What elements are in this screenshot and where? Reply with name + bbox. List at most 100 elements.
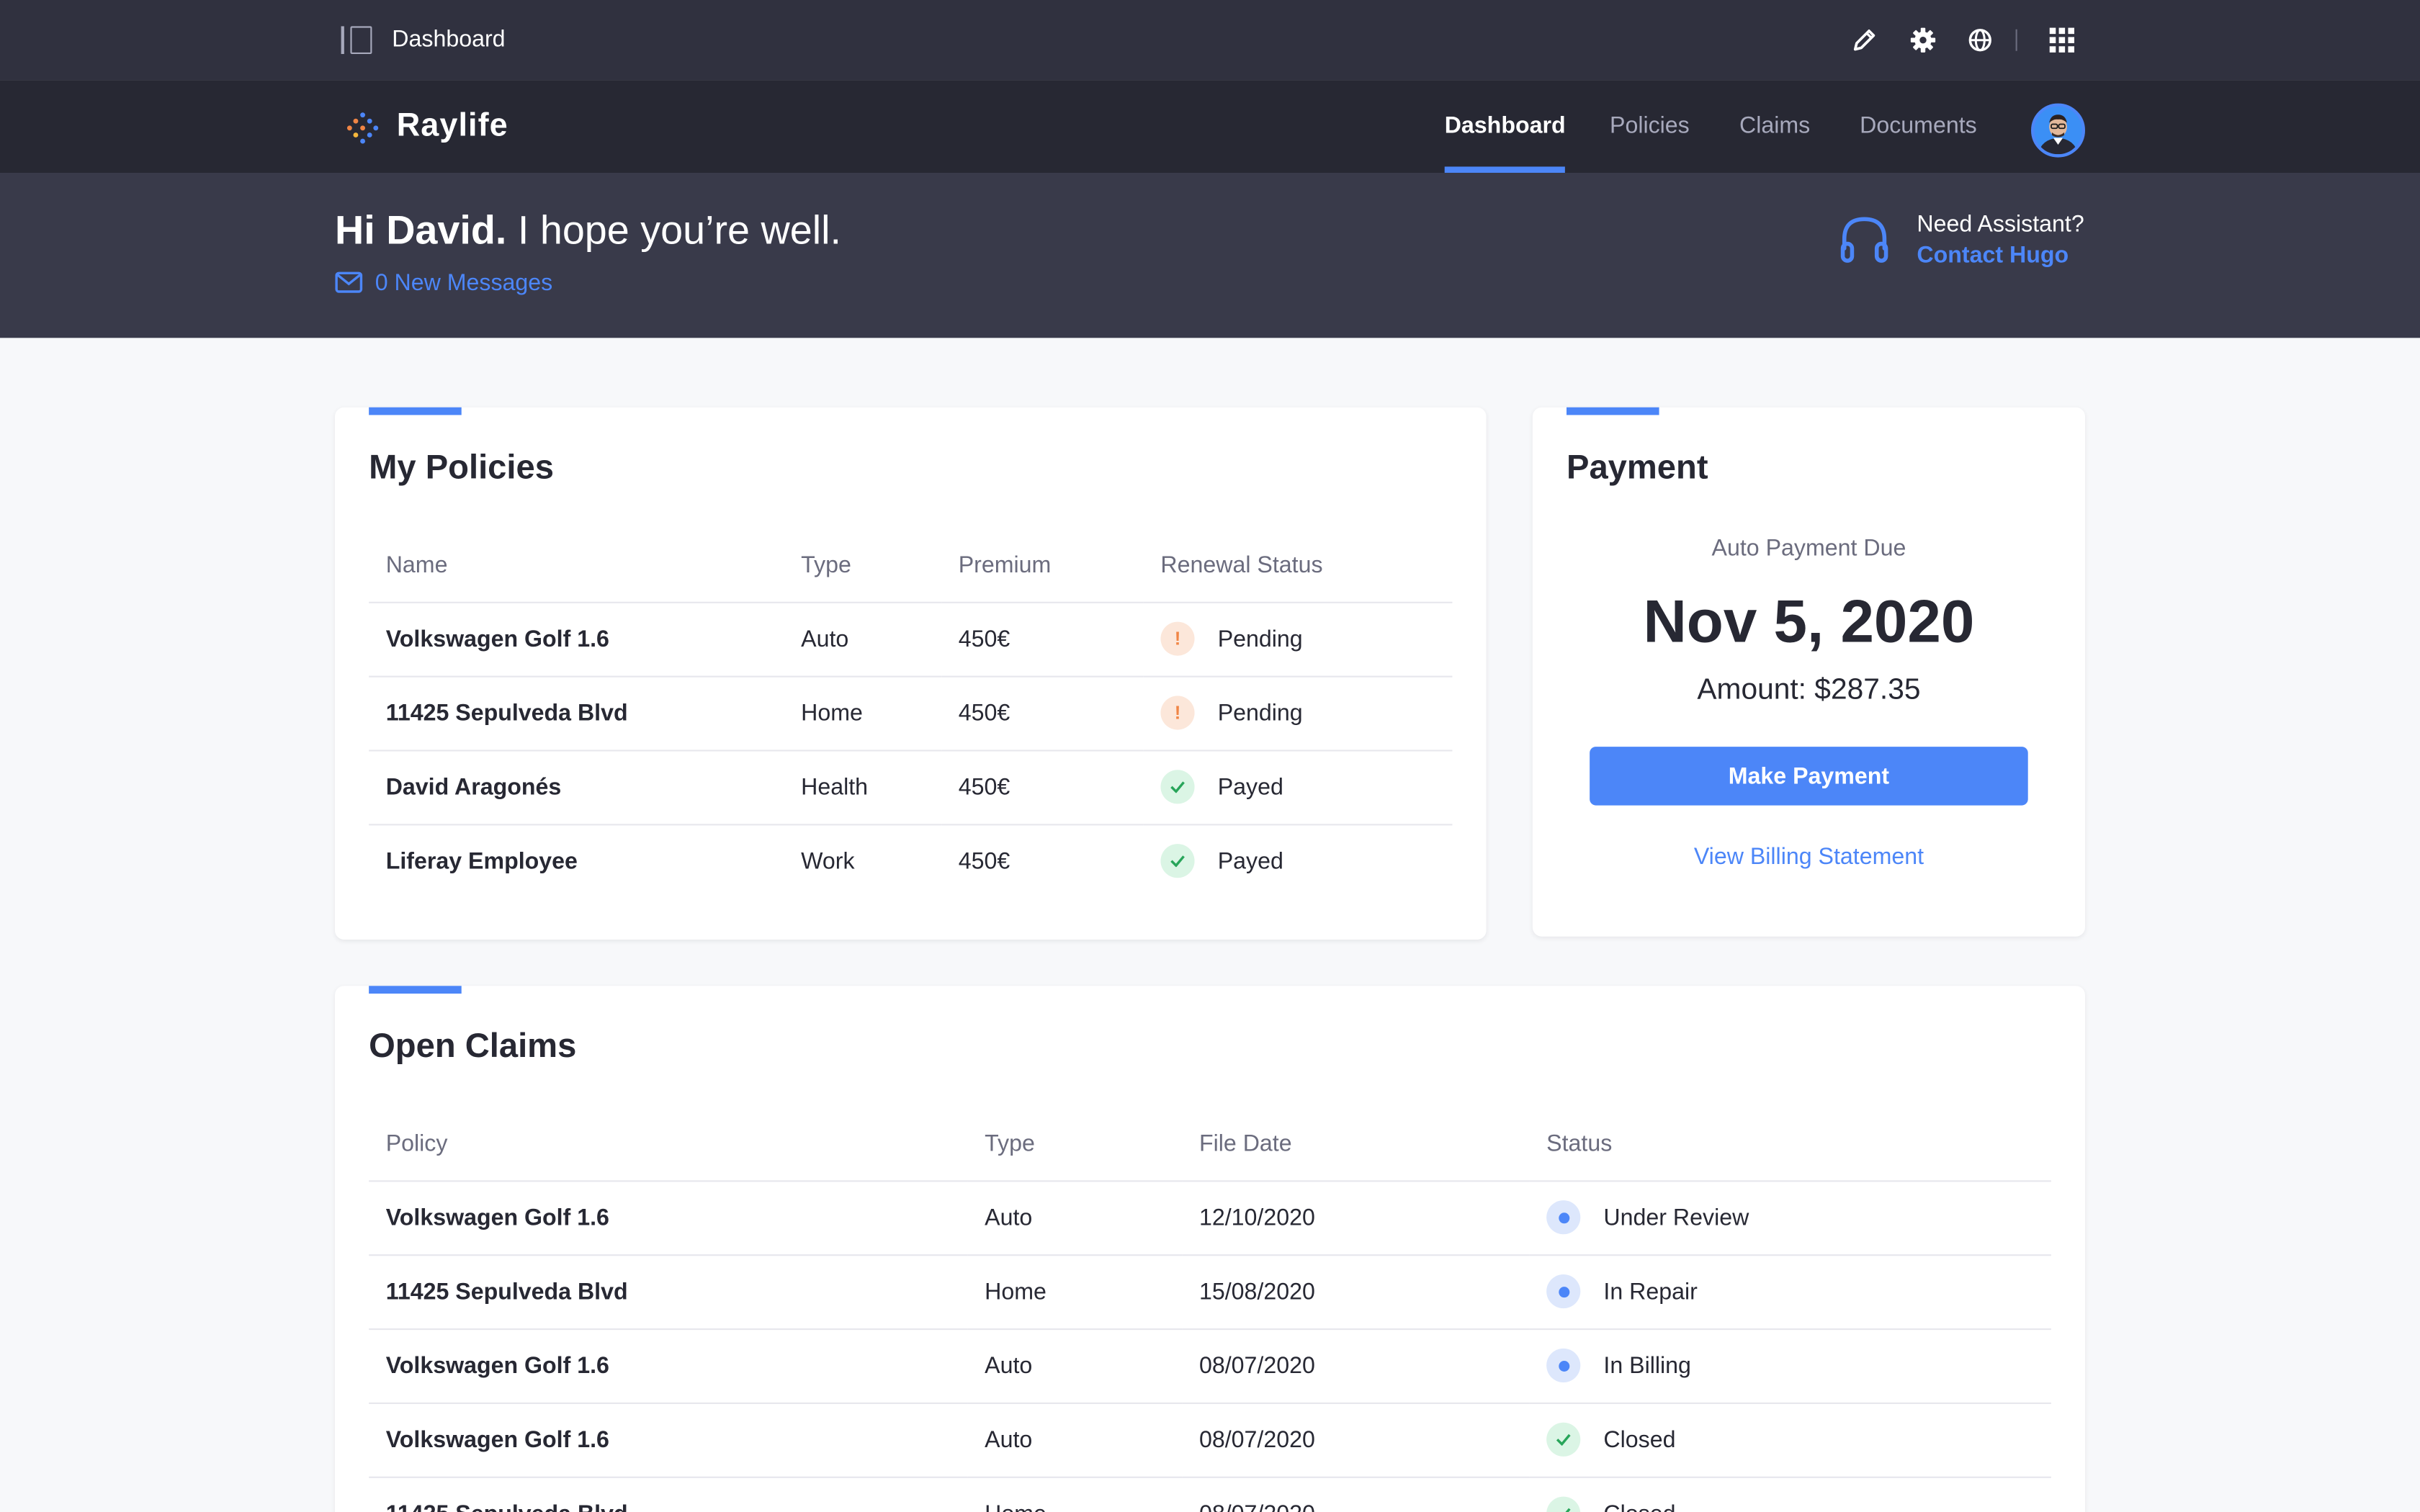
- renewal-status: ! Pending: [1143, 675, 1453, 751]
- logo-icon[interactable]: [346, 111, 380, 145]
- claim-type: Home: [967, 1476, 1183, 1512]
- mail-icon: [335, 271, 363, 293]
- pencil-icon[interactable]: [1849, 24, 1880, 55]
- claim-policy[interactable]: 11425 Sepulveda Blvd: [369, 1476, 968, 1512]
- table-row[interactable]: 11425 Sepulveda Blvd Home 15/08/2020 In …: [369, 1254, 2051, 1330]
- table-row[interactable]: Volkswagen Golf 1.6 Auto 12/10/2020 Unde…: [369, 1180, 2051, 1256]
- check-icon: [1160, 770, 1195, 804]
- greeting-message: I hope you’re well.: [506, 207, 841, 253]
- nav-dashboard[interactable]: Dashboard: [1445, 112, 1566, 138]
- exclamation-icon: !: [1160, 621, 1195, 656]
- card-accent: [369, 986, 462, 994]
- claim-status: In Repair: [1529, 1254, 2051, 1330]
- exclamation-icon: !: [1160, 696, 1195, 730]
- claims-card: Open Claims Policy Type File Date Status…: [335, 986, 2085, 1512]
- assistant-title: Need Assistant?: [1917, 211, 2084, 238]
- policies-title: My Policies: [369, 447, 554, 486]
- payment-due-date: Nov 5, 2020: [1643, 589, 1975, 656]
- claim-policy[interactable]: Volkswagen Golf 1.6: [369, 1402, 968, 1477]
- status-label: Payed: [1217, 773, 1283, 801]
- column-header[interactable]: Policy: [369, 1109, 968, 1182]
- status-label: Payed: [1217, 848, 1283, 875]
- column-header[interactable]: Renewal Status: [1143, 531, 1453, 603]
- claim-status: Closed: [1529, 1402, 2051, 1477]
- control-bar: Dashboard: [0, 0, 2420, 81]
- dot-icon: [1546, 1274, 1581, 1309]
- claim-policy[interactable]: Volkswagen Golf 1.6: [369, 1328, 968, 1403]
- claim-file-date: 08/07/2020: [1182, 1402, 1530, 1477]
- table-header-row: Policy Type File Date Status: [369, 1109, 2051, 1182]
- auto-payment-label: Auto Payment Due: [1711, 535, 1906, 562]
- table-row[interactable]: Liferay Employee Work 450€ Payed: [369, 824, 1452, 898]
- headset-icon: [1840, 217, 1888, 263]
- claim-type: Auto: [967, 1402, 1183, 1477]
- dot-icon: [1546, 1348, 1581, 1382]
- policy-premium: 450€: [941, 601, 1144, 677]
- policies-card: My Policies Name Type Premium Renewal St…: [335, 407, 1487, 940]
- renewal-status: Payed: [1144, 824, 1453, 898]
- policy-name[interactable]: 11425 Sepulveda Blvd: [369, 675, 784, 751]
- contact-hugo-link[interactable]: Contact Hugo: [1917, 242, 2069, 268]
- policy-name[interactable]: Liferay Employee: [369, 824, 784, 898]
- avatar[interactable]: [2031, 103, 2085, 158]
- control-bar-title: Dashboard: [392, 26, 506, 53]
- renewal-status: Payed: [1143, 750, 1453, 825]
- policy-premium: 450€: [958, 848, 1010, 875]
- column-header[interactable]: Name: [369, 531, 784, 603]
- column-header[interactable]: Premium: [941, 531, 1144, 603]
- page-toggle-icon[interactable]: [341, 26, 372, 54]
- nav-active-indicator: [1444, 166, 1565, 173]
- policy-type: Health: [784, 750, 942, 825]
- claim-type: Auto: [967, 1180, 1183, 1256]
- control-bar-divider: [2015, 29, 2017, 51]
- dot-icon: [1546, 1200, 1581, 1235]
- status-label: Pending: [1217, 699, 1303, 726]
- new-messages-link[interactable]: 0 New Messages: [375, 270, 553, 296]
- column-header[interactable]: Type: [967, 1109, 1183, 1182]
- claims-table: Policy Type File Date Status Volkswagen …: [369, 1109, 2051, 1512]
- greeting: Hi David. I hope you’re well.: [335, 207, 841, 254]
- brand-name[interactable]: Raylife: [397, 108, 508, 145]
- claim-file-date: 08/07/2020: [1182, 1328, 1530, 1403]
- policy-name[interactable]: Volkswagen Golf 1.6: [369, 601, 784, 677]
- gear-icon[interactable]: [1908, 24, 1939, 55]
- nav-documents[interactable]: Documents: [1860, 112, 1977, 138]
- card-accent: [1567, 407, 1659, 415]
- column-header[interactable]: Type: [784, 531, 942, 603]
- status-label: Pending: [1217, 625, 1303, 652]
- app-root: Dashboard Raylife Dashboard Policies Cla…: [0, 0, 2420, 1512]
- claim-file-date: 12/10/2020: [1182, 1180, 1530, 1256]
- table-row[interactable]: Volkswagen Golf 1.6 Auto 450€ ! Pending: [369, 601, 1453, 677]
- card-accent: [369, 407, 462, 415]
- column-header[interactable]: Status: [1529, 1109, 2051, 1182]
- claim-policy[interactable]: 11425 Sepulveda Blvd: [369, 1254, 968, 1330]
- table-row[interactable]: David Aragonés Health 450€ Payed: [369, 750, 1453, 825]
- status-label: In Billing: [1603, 1352, 1691, 1379]
- table-row[interactable]: Volkswagen Golf 1.6 Auto 08/07/2020 Clos…: [369, 1402, 2051, 1477]
- status-label: Closed: [1603, 1426, 1676, 1453]
- payment-amount: Amount: $287.35: [1697, 674, 1921, 707]
- policy-type: Home: [784, 675, 942, 751]
- claim-status: Under Review: [1529, 1180, 2051, 1256]
- policy-type: Work: [801, 848, 855, 875]
- table-row[interactable]: 11425 Sepulveda Blvd Home 450€ ! Pending: [369, 675, 1453, 751]
- apps-grid-icon[interactable]: [2046, 24, 2077, 55]
- view-billing-statement-link[interactable]: View Billing Statement: [1533, 844, 2085, 870]
- payment-title: Payment: [1567, 447, 1708, 486]
- make-payment-button[interactable]: Make Payment: [1590, 747, 2028, 806]
- claim-type: Auto: [967, 1328, 1183, 1403]
- table-row[interactable]: 11425 Sepulveda Blvd Home 08/07/2020 Clo…: [369, 1476, 2051, 1512]
- policy-premium: 450€: [941, 675, 1144, 751]
- payment-card: Payment Auto Payment Due Nov 5, 2020 Amo…: [1532, 407, 2085, 937]
- globe-icon[interactable]: [1965, 24, 1996, 55]
- policy-type: Auto: [784, 601, 942, 677]
- renewal-status: ! Pending: [1143, 601, 1453, 677]
- claim-file-date: 08/07/2020: [1182, 1476, 1530, 1512]
- policy-name[interactable]: David Aragonés: [369, 750, 784, 825]
- nav-claims[interactable]: Claims: [1739, 112, 1810, 138]
- table-row[interactable]: Volkswagen Golf 1.6 Auto 08/07/2020 In B…: [369, 1328, 2051, 1403]
- claim-status: In Billing: [1529, 1328, 2051, 1403]
- column-header[interactable]: File Date: [1182, 1109, 1530, 1182]
- nav-policies[interactable]: Policies: [1610, 112, 1690, 138]
- claim-policy[interactable]: Volkswagen Golf 1.6: [369, 1180, 968, 1256]
